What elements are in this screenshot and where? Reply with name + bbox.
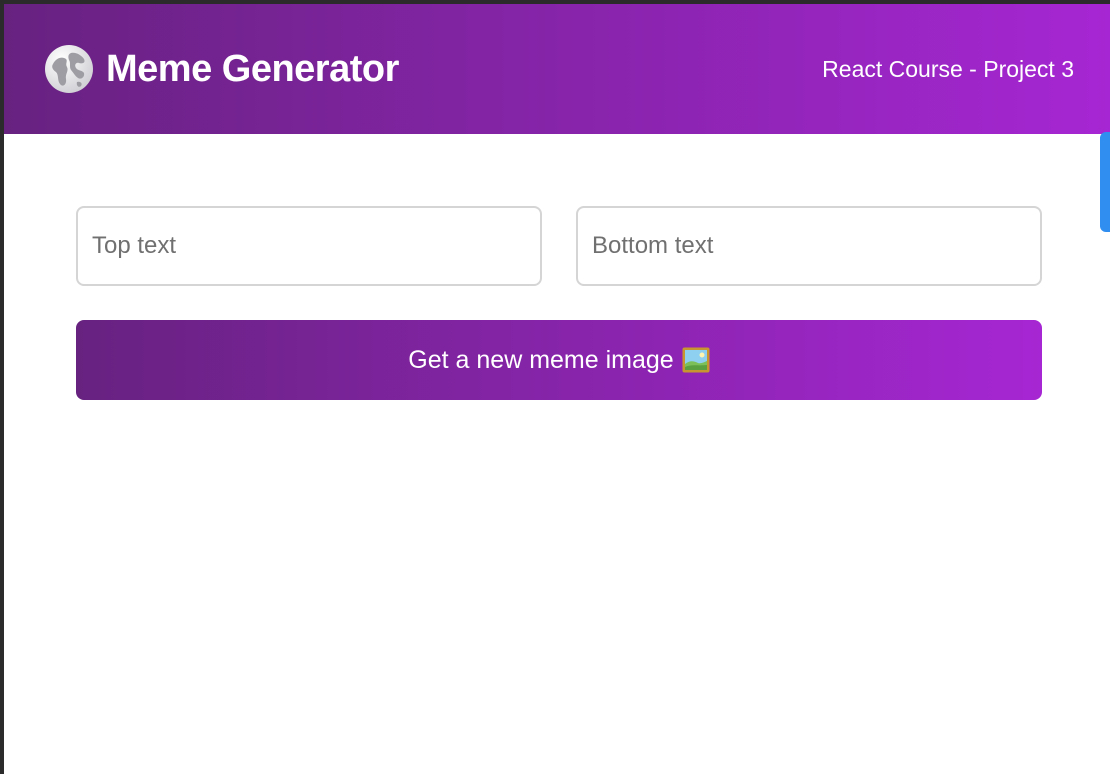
bottom-text-input[interactable] — [576, 206, 1042, 286]
framed-picture-icon — [682, 347, 710, 373]
get-new-meme-button[interactable]: Get a new meme image — [76, 320, 1042, 400]
app-window: Meme Generator React Course - Project 3 … — [4, 4, 1110, 774]
app-title: Meme Generator — [106, 47, 399, 90]
meme-form: Get a new meme image — [76, 206, 1042, 400]
side-tab-handle[interactable] — [1100, 132, 1110, 232]
get-new-meme-label: Get a new meme image — [408, 345, 674, 374]
top-text-input[interactable] — [76, 206, 542, 286]
app-header: Meme Generator React Course - Project 3 — [4, 4, 1110, 134]
text-inputs-row — [76, 206, 1042, 286]
course-subtitle: React Course - Project 3 — [822, 55, 1074, 82]
globe-icon — [45, 45, 93, 93]
